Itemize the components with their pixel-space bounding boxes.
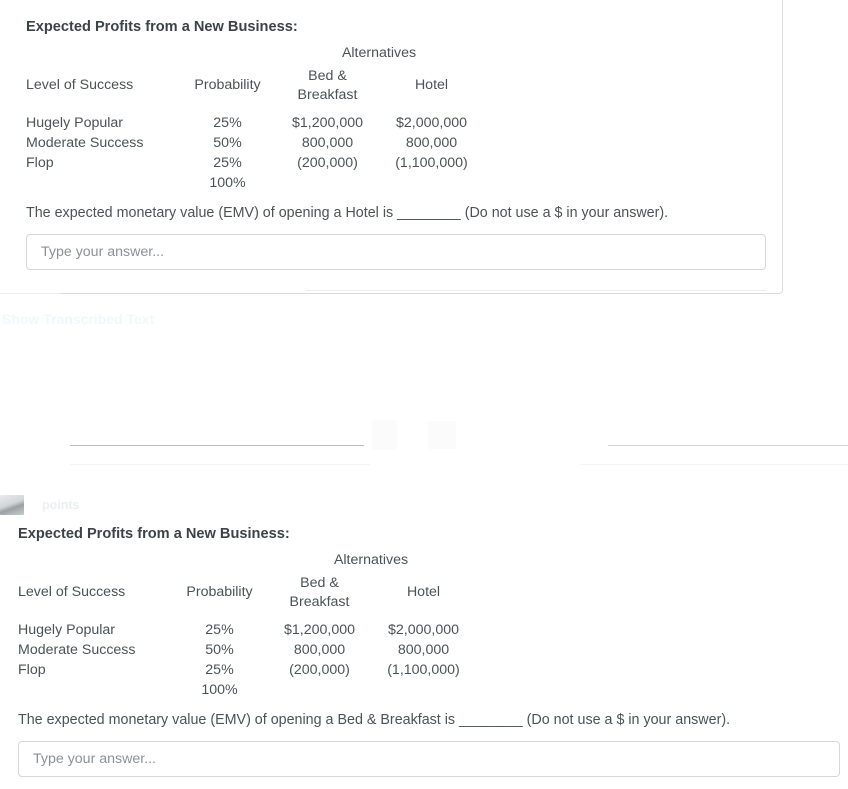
cell-level: Hugely Popular xyxy=(26,114,124,131)
table-alternatives-header-row: Alternatives xyxy=(26,44,483,67)
show-transcribed-text-link[interactable]: Show Transcribed Text xyxy=(2,311,154,327)
cell-hotel: 800,000 xyxy=(405,134,458,151)
column-header-probability: Probability xyxy=(194,77,261,94)
table-row: Moderate Success 50% 800,000 800,000 xyxy=(18,640,475,660)
cell-level: Flop xyxy=(26,154,54,171)
column-header-bed-breakfast-line2: Breakfast xyxy=(297,86,358,103)
cell-level: Hugely Popular xyxy=(18,621,116,638)
column-header-level-of-success: Level of Success xyxy=(26,77,134,94)
cell-hotel: (1,100,000) xyxy=(395,154,468,171)
ghost-rule-right-2 xyxy=(580,464,848,465)
ghost-icon-b xyxy=(428,421,456,449)
cell-level-total xyxy=(18,680,172,700)
image-thumbnail-icon xyxy=(0,495,24,515)
column-header-bed-breakfast-line2: Breakfast xyxy=(289,593,350,610)
table-alternatives-header-row: Alternatives xyxy=(18,551,475,574)
ghost-divider-right xyxy=(306,290,766,291)
page-title-top: Expected Profits from a New Business: xyxy=(26,19,298,35)
cell-bed-breakfast: 800,000 xyxy=(301,134,354,151)
cell-level: Moderate Success xyxy=(18,641,136,658)
cell-bed-breakfast-total xyxy=(267,680,372,700)
table-row: Flop 25% (200,000) (1,100,000) xyxy=(18,660,475,680)
cell-bed-breakfast: (200,000) xyxy=(297,154,358,171)
expected-profits-table-top: Alternatives Level of Success Probabilit… xyxy=(26,44,483,193)
column-header-probability: Probability xyxy=(186,584,253,601)
table-row: Flop 25% (200,000) (1,100,000) xyxy=(26,153,483,173)
cell-probability: 50% xyxy=(213,134,242,151)
ghost-rule-right xyxy=(608,445,848,446)
column-header-bed-breakfast-line1: Bed & xyxy=(300,574,339,591)
column-header-bed-breakfast: Bed & Breakfast xyxy=(267,574,372,620)
cell-hotel: $2,000,000 xyxy=(395,114,467,131)
ghost-rule-left-2 xyxy=(70,464,370,465)
spacer-cell xyxy=(180,44,275,67)
spacer-cell xyxy=(172,551,267,574)
expected-profits-table-bottom: Alternatives Level of Success Probabilit… xyxy=(18,551,475,700)
cell-probability-total: 100% xyxy=(201,682,238,699)
emv-question-prompt-bottom: The expected monetary value (EMV) of ope… xyxy=(18,712,731,728)
ghost-icon-a xyxy=(372,420,397,450)
cell-hotel-total xyxy=(372,680,475,700)
column-header-hotel: Hotel xyxy=(414,77,449,94)
column-header-level-of-success: Level of Success xyxy=(18,584,126,601)
cell-probability: 25% xyxy=(213,114,242,131)
cell-hotel: 800,000 xyxy=(397,641,450,658)
answer-input-bottom[interactable] xyxy=(18,741,840,777)
cell-level: Flop xyxy=(18,661,46,678)
table-row: Moderate Success 50% 800,000 800,000 xyxy=(26,133,483,153)
cell-level: Moderate Success xyxy=(26,134,144,151)
cell-bed-breakfast: $1,200,000 xyxy=(283,621,355,638)
cell-probability: 25% xyxy=(205,661,234,678)
cell-hotel: $2,000,000 xyxy=(387,621,459,638)
table-row: Hugely Popular 25% $1,200,000 $2,000,000 xyxy=(26,113,483,133)
answer-input-top[interactable] xyxy=(26,234,766,270)
cell-hotel-total xyxy=(380,173,483,193)
column-header-bed-breakfast: Bed & Breakfast xyxy=(275,67,380,113)
ghost-divider-left xyxy=(0,293,60,294)
table-total-row: 100% xyxy=(18,680,475,700)
table-total-row: 100% xyxy=(26,173,483,193)
cell-bed-breakfast: 800,000 xyxy=(293,641,346,658)
cell-probability: 25% xyxy=(213,154,242,171)
cell-probability-total: 100% xyxy=(209,175,246,192)
points-label: points xyxy=(42,498,80,512)
cell-hotel: (1,100,000) xyxy=(387,661,460,678)
cell-bed-breakfast-total xyxy=(275,173,380,193)
column-header-hotel: Hotel xyxy=(406,584,441,601)
table-row: Hugely Popular 25% $1,200,000 $2,000,000 xyxy=(18,620,475,640)
column-header-bed-breakfast-line1: Bed & xyxy=(308,67,347,84)
ghost-rule-left xyxy=(70,445,364,446)
cell-probability: 25% xyxy=(205,621,234,638)
alternatives-header: Alternatives xyxy=(333,552,409,568)
cell-bed-breakfast: (200,000) xyxy=(289,661,350,678)
cell-level-total xyxy=(26,173,180,193)
alternatives-header: Alternatives xyxy=(341,45,417,61)
cell-probability: 50% xyxy=(205,641,234,658)
table-column-header-row: Level of Success Probability Bed & Break… xyxy=(26,67,483,113)
emv-question-prompt-top: The expected monetary value (EMV) of ope… xyxy=(26,205,669,221)
cell-bed-breakfast: $1,200,000 xyxy=(291,114,363,131)
table-column-header-row: Level of Success Probability Bed & Break… xyxy=(18,574,475,620)
spacer-cell xyxy=(26,44,180,67)
page-title-bottom: Expected Profits from a New Business: xyxy=(18,526,290,542)
spacer-cell xyxy=(18,551,172,574)
